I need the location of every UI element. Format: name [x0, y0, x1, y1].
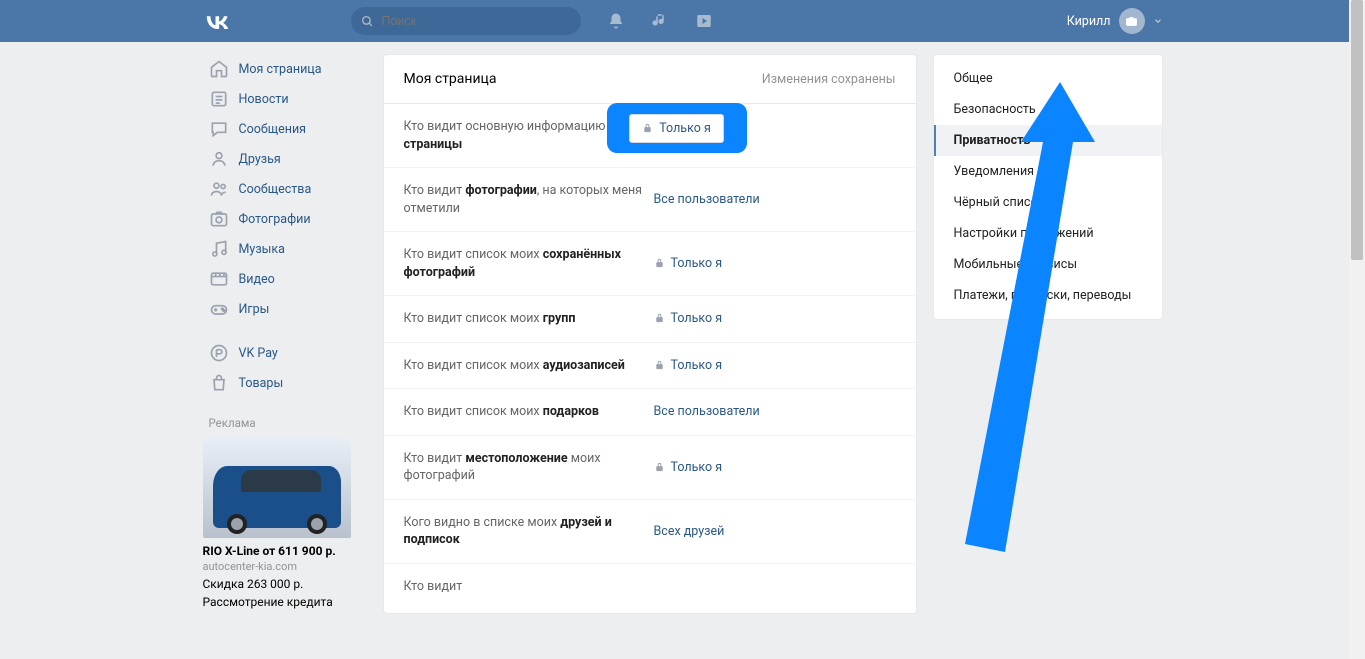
- video-play-icon[interactable]: [695, 12, 713, 30]
- privacy-row-label: Кто видит список моих подарков: [404, 403, 654, 421]
- privacy-row-label: Кого видно в списке моих друзей и подпис…: [404, 514, 654, 549]
- leftnav-label: Новости: [239, 92, 289, 107]
- privacy-row-value[interactable]: Только я: [654, 256, 723, 271]
- leftnav-item-vkpay[interactable]: VK Pay: [203, 338, 367, 368]
- privacy-row-value[interactable]: Только я: [654, 358, 723, 373]
- privacy-row-value[interactable]: Только я: [654, 460, 723, 475]
- privacy-row-label: Кто видит фотографии, на которых меня от…: [404, 182, 654, 217]
- user-menu[interactable]: Кирилл: [1067, 8, 1163, 34]
- ad-card[interactable]: RIO X-Line от 611 900 р. autocenter-kia.…: [203, 438, 351, 609]
- privacy-row: Кто видит местоположение моих фотографий…: [384, 436, 916, 500]
- search-icon: [361, 15, 374, 28]
- highlight-callout: Только я: [607, 103, 747, 153]
- topbar: Кирилл: [0, 0, 1365, 42]
- ad-image: [203, 438, 351, 538]
- highlight-pill[interactable]: Только я: [629, 114, 724, 143]
- privacy-row: Кто видит список моих аудиозаписейТолько…: [384, 343, 916, 390]
- leftnav-item-news[interactable]: Новости: [203, 84, 367, 114]
- privacy-row-value[interactable]: Все пользователи: [654, 192, 760, 207]
- leftnav: Моя страница Новости Сообщения Друзья Сообще…: [203, 54, 367, 614]
- notifications-icon[interactable]: [607, 12, 625, 30]
- rightnav-item-blacklist[interactable]: Чёрный список: [934, 187, 1162, 218]
- search-box[interactable]: [351, 7, 581, 35]
- rightnav-item-notifications[interactable]: Уведомления: [934, 156, 1162, 187]
- vkpay-icon: [209, 343, 229, 363]
- privacy-row: Кто видит: [384, 564, 916, 610]
- leftnav-label: Сообщества: [239, 182, 312, 197]
- music-icon: [209, 239, 229, 259]
- scrollbar[interactable]: [1349, 0, 1365, 659]
- privacy-row-value[interactable]: Все пользователи: [654, 404, 760, 419]
- games-icon: [209, 299, 229, 319]
- privacy-row: Кого видно в списке моих друзей и подпис…: [384, 500, 916, 564]
- leftnav-item-music[interactable]: Музыка: [203, 234, 367, 264]
- leftnav-item-messages[interactable]: Сообщения: [203, 114, 367, 144]
- rightnav-item-security[interactable]: Безопасность: [934, 94, 1162, 125]
- ad-label: Реклама: [203, 412, 367, 438]
- leftnav-item-photos[interactable]: Фотографии: [203, 204, 367, 234]
- camera-icon: [1125, 15, 1138, 28]
- goods-icon: [209, 373, 229, 393]
- rightnav-item-mobile[interactable]: Мобильные сервисы: [934, 249, 1162, 280]
- privacy-row: Кто видит список моих группТолько я: [384, 296, 916, 343]
- photos-icon: [209, 209, 229, 229]
- vk-logo[interactable]: [203, 13, 231, 29]
- communities-icon: [209, 179, 229, 199]
- rightnav-item-general[interactable]: Общее: [934, 63, 1162, 94]
- rightnav-item-app-settings[interactable]: Настройки приложений: [934, 218, 1162, 249]
- privacy-row-label: Кто видит список моих групп: [404, 310, 654, 328]
- leftnav-item-games[interactable]: Игры: [203, 294, 367, 324]
- privacy-row-value[interactable]: Всех друзей: [654, 524, 725, 539]
- leftnav-label: VK Pay: [239, 346, 278, 361]
- privacy-row-label: Кто видит: [404, 578, 654, 596]
- leftnav-item-communities[interactable]: Сообщества: [203, 174, 367, 204]
- friends-icon: [209, 149, 229, 169]
- video-icon: [209, 269, 229, 289]
- leftnav-item-video[interactable]: Видео: [203, 264, 367, 294]
- leftnav-item-my-page[interactable]: Моя страница: [203, 54, 367, 84]
- avatar: [1119, 8, 1145, 34]
- leftnav-label: Видео: [239, 272, 275, 287]
- page-title: Моя страница: [404, 71, 497, 87]
- search-input[interactable]: [374, 14, 571, 28]
- main-panel: Моя страница Изменения сохранены Кто вид…: [383, 54, 917, 614]
- saved-message: Изменения сохранены: [762, 72, 896, 87]
- privacy-row-value[interactable]: Только я: [654, 311, 723, 326]
- privacy-row: Кто видит фотографии, на которых меня от…: [384, 168, 916, 232]
- lock-icon: [654, 360, 665, 371]
- leftnav-label: Друзья: [239, 152, 281, 167]
- leftnav-label: Товары: [239, 376, 284, 391]
- rightnav-item-privacy[interactable]: Приватность: [934, 125, 1162, 156]
- ad-title: RIO X-Line от 611 900 р.: [203, 538, 351, 560]
- leftnav-label: Моя страница: [239, 62, 322, 77]
- username: Кирилл: [1067, 14, 1111, 29]
- lock-icon: [654, 258, 665, 269]
- lock-icon: [654, 313, 665, 324]
- rightnav-item-payments[interactable]: Платежи, подписки, переводы: [934, 280, 1162, 311]
- privacy-row-label: Кто видит список моих сохранённых фотогр…: [404, 246, 654, 281]
- highlight-value: Только я: [659, 121, 711, 136]
- lock-icon: [654, 462, 665, 473]
- leftnav-item-friends[interactable]: Друзья: [203, 144, 367, 174]
- leftnav-item-goods[interactable]: Товары: [203, 368, 367, 398]
- music-icon[interactable]: [651, 12, 669, 30]
- messages-icon: [209, 119, 229, 139]
- leftnav-label: Игры: [239, 302, 270, 317]
- leftnav-label: Фотографии: [239, 212, 311, 227]
- rightnav: ОбщееБезопасностьПриватностьУведомленияЧ…: [933, 54, 1163, 320]
- leftnav-label: Сообщения: [239, 122, 307, 137]
- privacy-row: Кто видит список моих подарковВсе пользо…: [384, 389, 916, 436]
- privacy-row: Кто видит список моих сохранённых фотогр…: [384, 232, 916, 296]
- ad-line2: Рассмотрение кредита: [203, 591, 351, 609]
- chevron-down-icon: [1153, 16, 1163, 26]
- news-icon: [209, 89, 229, 109]
- lock-icon: [642, 123, 653, 134]
- ad-line1: Скидка 263 000 р.: [203, 573, 351, 591]
- privacy-row-label: Кто видит местоположение моих фотографий: [404, 450, 654, 485]
- privacy-row-label: Кто видит список моих аудиозаписей: [404, 357, 654, 375]
- my-page-icon: [209, 59, 229, 79]
- ad-domain: autocenter-kia.com: [203, 560, 351, 573]
- leftnav-label: Музыка: [239, 242, 285, 257]
